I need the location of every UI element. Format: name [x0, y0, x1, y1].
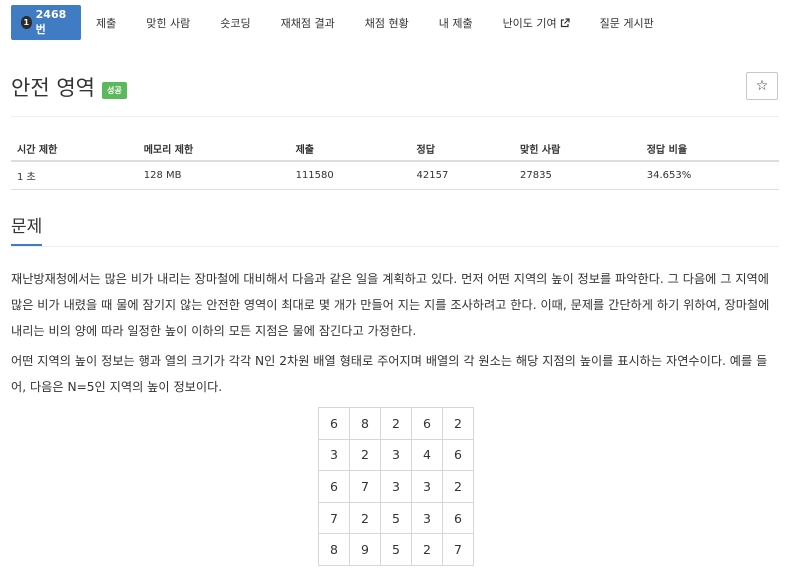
grid-cell: 2 [411, 533, 443, 566]
grid-cell: 9 [349, 533, 381, 566]
nav-item-submit[interactable]: 제출 [81, 5, 131, 40]
status-badge: 성공 [101, 82, 127, 99]
nav-label: 채점 현황 [364, 16, 409, 30]
grid-cell: 3 [411, 501, 443, 535]
problem-description: 재난방재청에서는 많은 비가 내리는 장마철에 대비해서 다음과 같은 일을 계… [11, 272, 770, 338]
star-icon: ☆ [755, 78, 769, 94]
grid-cell: 5 [380, 501, 412, 535]
level-badge: 1 [21, 16, 32, 29]
nav-item-shortest[interactable]: 숏코딩 [205, 5, 265, 40]
column-header: 시간 제한 [11, 136, 138, 162]
solver-count: 27835 [514, 161, 641, 190]
nav-item-solvers[interactable]: 맞힌 사람 [131, 5, 205, 40]
grid-cell: 7 [442, 533, 474, 566]
problem-number: 2468번 [35, 8, 67, 36]
divider [11, 246, 779, 247]
column-header: 정답 비율 [640, 136, 779, 162]
grid-cell: 6 [318, 470, 350, 503]
grid-row: 3 2 3 4 6 [318, 438, 474, 472]
grid-cell: 3 [380, 438, 412, 472]
problem-description: 어떤 지역의 높이 정보는 행과 열의 크기가 각각 N인 2차원 배열 형태로… [11, 354, 768, 394]
grid-cell: 3 [411, 470, 443, 503]
nav-label: 질문 게시판 [599, 16, 654, 30]
nav-item-rejudge-result[interactable]: 재채점 결과 [266, 5, 350, 40]
table-row: 1 초 128 MB 111580 42157 27835 34.653% [11, 161, 779, 190]
divider [11, 116, 779, 117]
grid-cell: 8 [349, 407, 381, 440]
grid-cell: 2 [442, 470, 474, 503]
nav-label: 맞힌 사람 [146, 16, 191, 30]
grid-cell: 2 [442, 407, 474, 440]
nav-item-board[interactable]: 질문 게시판 [585, 5, 669, 40]
nav-item-problem[interactable]: 1 2468번 [11, 5, 81, 40]
title-row: 안전 영역 성공 [11, 72, 127, 102]
column-header: 제출 [289, 136, 411, 162]
nav-label: 숏코딩 [220, 16, 251, 30]
grid-row: 7 2 5 3 6 [318, 501, 474, 535]
grid-row: 8 9 5 2 7 [318, 533, 474, 566]
grid-row: 6 7 3 3 2 [318, 470, 474, 503]
nav-label: 내 제출 [438, 16, 473, 30]
nav-label: 재채점 결과 [280, 16, 335, 30]
problem-nav: 1 2468번 제출 맞힌 사람 숏코딩 재채점 결과 채점 현황 내 제출 난… [11, 5, 669, 40]
section-heading-problem: 문제 [11, 216, 43, 246]
column-header: 맞힌 사람 [514, 136, 641, 162]
grid-cell: 5 [380, 533, 412, 566]
grid-cell: 2 [349, 438, 381, 472]
grid-cell: 2 [380, 407, 412, 440]
grid-cell: 7 [318, 501, 350, 535]
submission-count: 111580 [289, 161, 411, 190]
grid-cell: 6 [442, 501, 474, 535]
grid-cell: 7 [349, 470, 381, 503]
grid-cell: 3 [318, 438, 350, 472]
problem-info-table: 시간 제한 메모리 제한 제출 정답 맞힌 사람 정답 비율 1 초 128 M… [11, 136, 779, 190]
nav-label: 난이도 기여 [502, 16, 557, 30]
external-link-icon [560, 17, 570, 27]
grid-cell: 6 [318, 407, 350, 440]
grid-cell: 4 [411, 438, 443, 472]
star-button[interactable]: ☆ [746, 72, 778, 100]
column-header: 정답 [410, 136, 515, 162]
nav-item-my-submissions[interactable]: 내 제출 [424, 5, 488, 40]
nav-item-grading-status[interactable]: 채점 현황 [350, 5, 424, 40]
accepted-count: 42157 [410, 161, 515, 190]
nav-label: 제출 [96, 16, 117, 30]
column-header: 메모리 제한 [137, 136, 290, 162]
table-header-row: 시간 제한 메모리 제한 제출 정답 맞힌 사람 정답 비율 [11, 136, 779, 162]
grid-cell: 6 [411, 407, 443, 440]
accept-ratio: 34.653% [640, 161, 779, 190]
grid-cell: 8 [318, 533, 350, 566]
memory-limit: 128 MB [137, 161, 290, 190]
nav-item-difficulty[interactable]: 난이도 기여 [488, 5, 585, 40]
time-limit: 1 초 [11, 161, 138, 190]
page-title: 안전 영역 [11, 76, 95, 100]
grid-cell: 3 [380, 470, 412, 503]
height-grid: 6 8 2 6 2 3 2 3 4 6 6 7 3 3 2 7 2 5 3 6 … [318, 407, 474, 566]
grid-cell: 2 [349, 501, 381, 535]
grid-cell: 6 [442, 438, 474, 472]
grid-row: 6 8 2 6 2 [318, 407, 474, 440]
